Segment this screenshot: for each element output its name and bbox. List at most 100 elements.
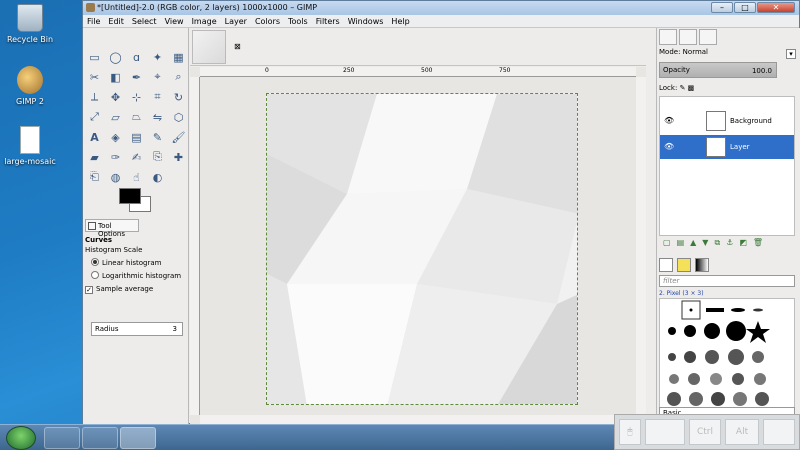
move-icon[interactable]: ✥ [106, 88, 125, 106]
perspective-clone-icon[interactable]: ⎗ [85, 168, 104, 186]
desktop-icon-large-mosaic[interactable]: large-mosaic [4, 126, 56, 166]
log-histogram-radio[interactable]: Logarithmic histogram [91, 271, 181, 280]
dodge-burn-icon[interactable]: ◐ [148, 168, 167, 186]
layer-row-background[interactable]: 👁 Background [660, 109, 794, 133]
taskbar-media-player[interactable] [82, 427, 118, 449]
image-canvas[interactable] [266, 93, 578, 405]
chevron-down-icon[interactable]: ▾ [786, 49, 796, 59]
raise-layer-icon[interactable]: ▲ [690, 238, 696, 250]
opacity-label: Opacity [663, 66, 690, 74]
clone-icon[interactable]: ⎘ [148, 148, 167, 166]
brushes-grid[interactable] [659, 298, 795, 408]
layer-name: Layer [730, 143, 750, 151]
pencil-icon[interactable]: ✎ [148, 128, 167, 146]
tab-paths[interactable] [699, 29, 717, 45]
tab-brushes[interactable] [659, 258, 673, 272]
eraser-icon[interactable]: ▰ [85, 148, 104, 166]
ellipse-select-icon[interactable]: ◯ [106, 48, 125, 66]
rotate-icon[interactable]: ↻ [169, 88, 188, 106]
sample-average-checkbox[interactable]: ✓ Sample average [85, 285, 153, 294]
canvas-area[interactable]: 0 250 500 750 [190, 67, 646, 425]
menu-tools[interactable]: Tools [288, 17, 308, 26]
lock-pixels-icon[interactable]: ✎ [680, 84, 686, 92]
foreground-select-icon[interactable]: ◧ [106, 68, 125, 86]
mode-label: Mode: [659, 48, 681, 56]
eye-icon[interactable]: 👁 [664, 142, 674, 151]
paths-icon[interactable]: ✒ [127, 68, 146, 86]
bucket-fill-icon[interactable]: ◈ [106, 128, 125, 146]
brush-filter-input[interactable]: filter [659, 275, 795, 287]
lower-layer-icon[interactable]: ▼ [702, 238, 708, 250]
scale-icon[interactable]: ⤢ [85, 108, 104, 126]
desktop-icon-gimp[interactable]: GIMP 2 [4, 66, 56, 106]
new-layer-icon[interactable]: ▢ [663, 238, 671, 250]
menu-image[interactable]: Image [192, 17, 217, 26]
align-icon[interactable]: ⊹ [127, 88, 146, 106]
tab-tool-options[interactable]: Tool Options [85, 219, 139, 238]
select-by-color-icon[interactable]: ▦ [169, 48, 188, 66]
duplicate-layer-icon[interactable]: ⧉ [714, 238, 720, 250]
cage-icon[interactable]: ⬡ [169, 108, 188, 126]
layer-thumbnail [706, 137, 726, 157]
menu-filters[interactable]: Filters [316, 17, 340, 26]
minimize-button[interactable]: – [711, 2, 733, 13]
eye-icon[interactable]: 👁 [664, 116, 674, 125]
zoom-icon[interactable]: ⌕ [169, 68, 188, 86]
paintbrush-icon[interactable]: 🖌 [169, 128, 188, 146]
airbrush-icon[interactable]: ✑ [106, 148, 125, 166]
menu-edit[interactable]: Edit [108, 17, 124, 26]
menu-help[interactable]: Help [391, 17, 409, 26]
crop-icon[interactable]: ⌗ [148, 88, 167, 106]
layer-group-icon[interactable]: ▤ [677, 238, 685, 250]
desktop-icon-label: large-mosaic [4, 157, 56, 166]
linear-histogram-radio[interactable]: Linear histogram [91, 258, 161, 267]
shear-icon[interactable]: ▱ [106, 108, 125, 126]
scissors-icon[interactable]: ✂ [85, 68, 104, 86]
rect-select-icon[interactable]: ▭ [85, 48, 104, 66]
tab-gradients[interactable] [695, 258, 709, 272]
menu-windows[interactable]: Windows [348, 17, 384, 26]
linear-histogram-label: Linear histogram [102, 259, 162, 267]
menu-colors[interactable]: Colors [255, 17, 280, 26]
measure-icon[interactable]: ⟂ [85, 88, 104, 106]
image-tab-thumbnail[interactable] [192, 30, 226, 64]
close-button[interactable]: ✕ [757, 2, 795, 13]
radius-field[interactable]: Radius 3 [91, 322, 183, 336]
anchor-layer-icon[interactable]: ⚓ [726, 238, 733, 250]
desktop-icon-recycle-bin[interactable]: Recycle Bin [4, 4, 56, 44]
taskbar-gimp[interactable] [120, 427, 156, 449]
free-select-icon[interactable]: ɑ [127, 48, 146, 66]
opacity-slider[interactable]: Opacity 100.0 [659, 62, 777, 78]
tab-layers[interactable] [659, 29, 677, 45]
ink-icon[interactable]: ✍ [127, 148, 146, 166]
mode-selector[interactable]: Mode: Normal [659, 48, 708, 56]
menu-file[interactable]: File [87, 17, 100, 26]
tab-channels[interactable] [679, 29, 697, 45]
smudge-icon[interactable]: ☝ [127, 168, 146, 186]
start-button[interactable] [6, 426, 36, 450]
layer-row-layer[interactable]: 👁 Layer [660, 135, 794, 159]
tab-patterns[interactable] [677, 258, 691, 272]
fuzzy-select-icon[interactable]: ✦ [148, 48, 167, 66]
color-picker-icon[interactable]: ⌖ [148, 68, 167, 86]
perspective-icon[interactable]: ⏢ [127, 108, 146, 126]
blur-icon[interactable]: ◍ [106, 168, 125, 186]
vertical-scrollbar[interactable] [636, 77, 646, 415]
menu-bar: File Edit Select View Image Layer Colors… [83, 15, 799, 28]
title-bar[interactable]: *[Untitled]-2.0 (RGB color, 2 layers) 10… [83, 1, 799, 15]
flip-icon[interactable]: ⇋ [148, 108, 167, 126]
menu-view[interactable]: View [165, 17, 184, 26]
heal-icon[interactable]: ✚ [169, 148, 188, 166]
lock-alpha-icon[interactable]: ▩ [688, 84, 695, 92]
text-icon[interactable]: A [85, 128, 104, 146]
delete-layer-icon[interactable]: 🗑 [753, 238, 763, 250]
menu-select[interactable]: Select [132, 17, 157, 26]
selected-brush-name: 2. Pixel (3 × 3) [659, 290, 704, 297]
mask-icon[interactable]: ◩ [739, 238, 747, 250]
blend-icon[interactable]: ▤ [127, 128, 146, 146]
menu-layer[interactable]: Layer [225, 17, 247, 26]
taskbar-explorer[interactable] [44, 427, 80, 449]
close-image-tab-icon[interactable]: ⊠ [234, 42, 241, 51]
maximize-button[interactable]: □ [734, 2, 756, 13]
foreground-color-swatch[interactable] [119, 188, 141, 204]
